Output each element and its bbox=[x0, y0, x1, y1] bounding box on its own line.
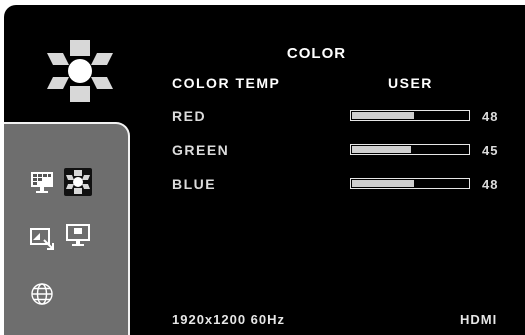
resolution-status: 1920x1200 60Hz bbox=[172, 312, 286, 327]
settings-icon[interactable] bbox=[64, 221, 92, 249]
blue-label[interactable]: BLUE bbox=[172, 176, 216, 192]
sidebar-header bbox=[4, 5, 128, 121]
color-temp-value[interactable]: USER bbox=[388, 75, 433, 91]
color-temp-label[interactable]: COLOR TEMP bbox=[172, 75, 280, 91]
blue-slider[interactable] bbox=[350, 178, 470, 189]
green-label[interactable]: GREEN bbox=[172, 142, 229, 158]
sidebar bbox=[4, 122, 130, 335]
osd-menu: COLOR COLOR TEMP USER RED 48 GREEN 45 BL… bbox=[4, 5, 525, 335]
red-label[interactable]: RED bbox=[172, 108, 206, 124]
color-category-icon bbox=[44, 39, 116, 103]
blue-slider-fill bbox=[352, 180, 414, 187]
input-source-status: HDMI bbox=[460, 312, 498, 327]
green-slider[interactable] bbox=[350, 144, 470, 155]
input-icon[interactable] bbox=[28, 224, 56, 252]
red-slider[interactable] bbox=[350, 110, 470, 121]
blue-value: 48 bbox=[482, 177, 499, 192]
color-icon[interactable] bbox=[64, 168, 92, 196]
menu-title: COLOR bbox=[286, 45, 347, 62]
green-value: 45 bbox=[482, 143, 499, 158]
red-value: 48 bbox=[482, 109, 499, 124]
red-slider-fill bbox=[352, 112, 414, 119]
language-icon[interactable] bbox=[28, 280, 56, 308]
green-slider-fill bbox=[352, 146, 411, 153]
picture-icon[interactable] bbox=[28, 168, 56, 196]
